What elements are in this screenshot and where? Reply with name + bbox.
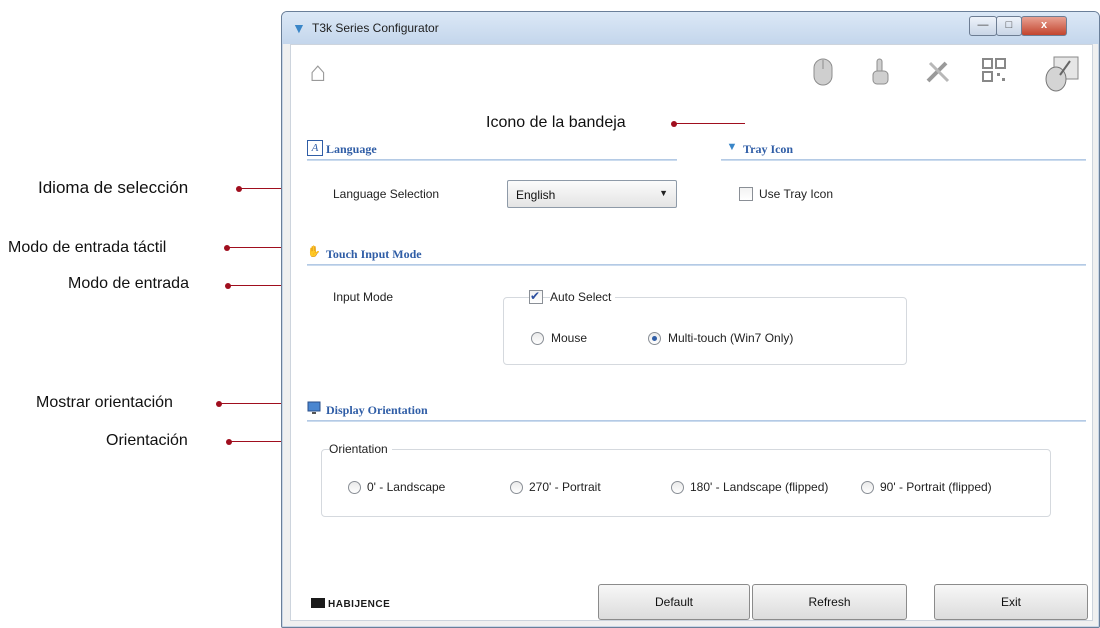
mouse-label[interactable]: Mouse [551,331,587,345]
close-button[interactable]: x [1021,16,1067,36]
tools-icon[interactable] [921,57,955,91]
orientation-90-label[interactable]: 90' - Portrait (flipped) [880,480,992,494]
logo-text: HABIJENCE [328,599,391,610]
language-section-title: Language [326,142,377,156]
callout-dot [216,401,222,407]
callout-line [675,123,745,124]
qr-code-icon[interactable] [977,57,1011,91]
callout-modo-entrada: Modo de entrada [68,275,189,292]
use-tray-icon-checkbox[interactable] [739,187,753,201]
callout-icono-bandeja: Icono de la bandeja [484,114,628,132]
language-icon: A [307,140,323,156]
company-logo: HABIJENCE [311,598,390,610]
display-section-divider [307,420,1086,422]
orientation-90-radio[interactable] [861,481,874,494]
tray-icon: ▼ [726,141,738,153]
use-tray-icon-label[interactable]: Use Tray Icon [759,187,833,201]
touch-hand-icon[interactable] [863,57,897,91]
exit-button[interactable]: Exit [934,584,1088,620]
auto-select-label[interactable]: Auto Select [550,290,616,304]
language-selection-label: Language Selection [333,187,440,201]
orientation-180-label[interactable]: 180' - Landscape (flipped) [690,480,828,494]
auto-select-checkbox[interactable] [529,289,543,304]
callout-orientacion: Orientación [106,432,188,449]
logo-mark-icon [311,598,325,608]
callout-modo-entrada-tactil: Modo de entrada táctil [8,239,167,256]
callout-dot [225,283,231,289]
minimize-button[interactable]: — [969,16,997,36]
orientation-270-radio[interactable] [510,481,523,494]
client-area: ⌂ A Language Language Selection English … [290,44,1093,621]
title-bar[interactable]: ▼ T3k Series Configurator — □ x [282,12,1099,44]
touch-input-icon: ✋ [307,246,321,258]
language-select[interactable]: English ▼ [507,180,677,208]
orientation-270-label[interactable]: 270' - Portrait [529,480,601,494]
app-icon: ▼ [292,20,306,36]
orientation-0-label[interactable]: 0' - Landscape [367,480,445,494]
language-select-value: English [516,188,556,202]
callout-mostrar-orientacion: Mostrar orientación [36,394,173,411]
tray-section-title: Tray Icon [743,142,794,156]
callout-dot [671,121,677,127]
callout-dot [236,186,242,192]
callout-dot [224,245,230,251]
home-icon[interactable]: ⌂ [301,55,335,89]
callout-dot [226,439,232,445]
input-mode-label: Input Mode [333,290,394,304]
tray-section-divider [721,159,1086,161]
default-button[interactable]: Default [598,584,750,620]
orientation-label: Orientation [329,442,392,456]
orientation-180-radio[interactable] [671,481,684,494]
chevron-down-icon: ▼ [659,188,668,198]
display-icon [307,401,321,415]
display-section-title: Display Orientation [326,403,428,417]
multitouch-radio[interactable] [648,332,661,345]
mouse-icon[interactable] [806,57,840,91]
touch-section-title: Touch Input Mode [326,247,422,261]
settings-mouse-icon[interactable] [1039,53,1083,93]
orientation-0-radio[interactable] [348,481,361,494]
mouse-radio[interactable] [531,332,544,345]
language-section-divider [307,159,677,161]
window-title: T3k Series Configurator [312,21,439,35]
multitouch-label[interactable]: Multi-touch (Win7 Only) [668,331,793,345]
maximize-button[interactable]: □ [996,16,1022,36]
refresh-button[interactable]: Refresh [752,584,907,620]
callout-idioma-seleccion: Idioma de selección [38,178,189,197]
touch-section-divider [307,264,1086,266]
configurator-window: ▼ T3k Series Configurator — □ x ⌂ A Lang… [281,11,1100,628]
